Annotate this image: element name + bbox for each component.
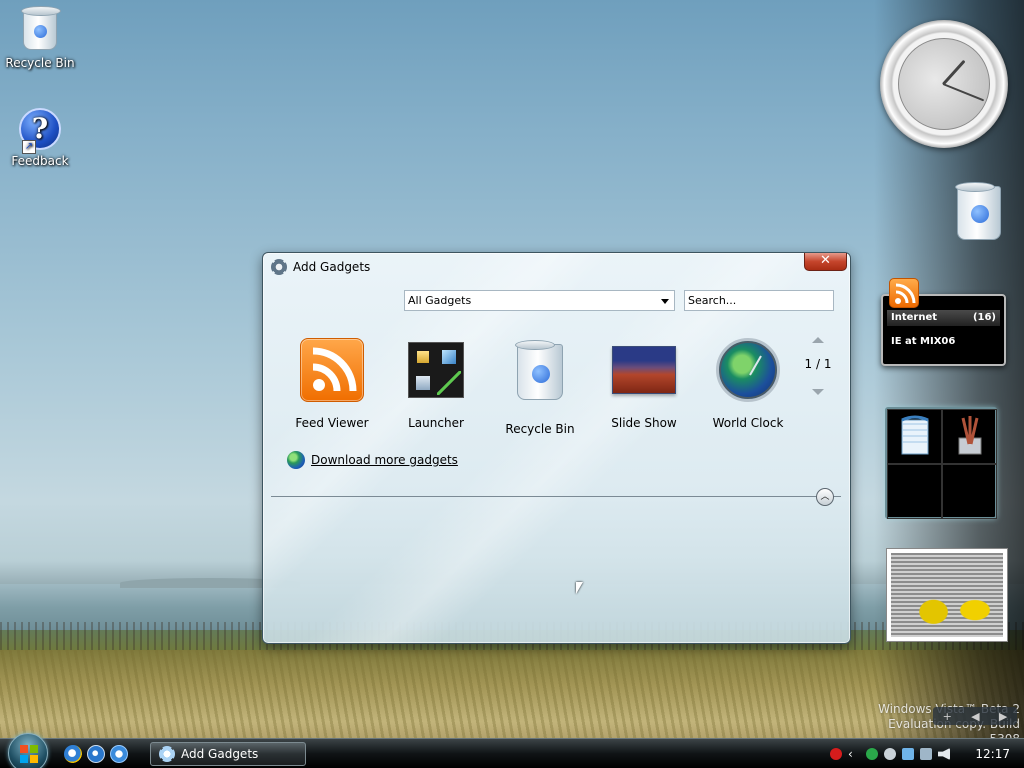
media-player-icon[interactable] [110, 745, 128, 763]
feed-viewer-gadget[interactable]: Internet (16) IE at MIX06 [881, 278, 1006, 366]
desktop-icon-feedback[interactable]: ? ↗ Feedback [0, 108, 80, 168]
shortcut-arrow-icon: ↗ [22, 140, 36, 154]
sidebar-controls: + ◀ ▶ [933, 707, 1017, 725]
gadget-label: Launcher [408, 416, 464, 430]
display-icon[interactable] [920, 748, 932, 760]
download-more-link[interactable]: Download more gadgets [287, 451, 458, 469]
recycle-bin-icon [18, 6, 62, 54]
desktop: Recycle Bin ? ↗ Feedback Internet (16) I… [0, 0, 1024, 738]
sidebar-prev-button[interactable]: ◀ [971, 710, 979, 723]
gadget-feed-viewer[interactable]: Feed Viewer [282, 338, 382, 430]
gadget-label: World Clock [712, 416, 784, 430]
network-icon[interactable] [902, 748, 914, 760]
feed-category: Internet [891, 312, 938, 323]
download-link-label: Download more gadgets [311, 453, 458, 467]
sidebar-tray-icon[interactable] [884, 748, 896, 760]
gadget-world-clock[interactable]: World Clock [698, 338, 798, 430]
mouse-cursor-icon [576, 582, 583, 594]
category-dropdown[interactable]: All Gadgets [404, 290, 675, 311]
dialog-title-bar[interactable]: Add Gadgets [271, 259, 370, 275]
page-down-icon[interactable] [812, 389, 824, 395]
paint-icon [958, 416, 982, 455]
close-button[interactable]: ✕ [804, 253, 847, 271]
page-indicator: 1 / 1 [804, 357, 832, 371]
internet-explorer-icon[interactable] [64, 745, 82, 763]
slide-show-image [891, 553, 1003, 637]
recycle-bin-icon [508, 340, 572, 408]
system-tray: ‹ 12:17 [830, 739, 1024, 768]
taskbar: Add Gadgets ‹ 12:17 [0, 733, 1024, 768]
category-value: All Gadgets [408, 294, 472, 307]
start-button[interactable] [8, 733, 48, 768]
feed-header: Internet (16) [887, 310, 1000, 326]
gear-icon [271, 259, 287, 275]
taskbar-clock[interactable]: 12:17 [975, 747, 1010, 761]
clock-gadget[interactable] [880, 20, 1008, 148]
rss-feed-icon [889, 278, 919, 308]
sidebar-add-button[interactable]: + [943, 710, 952, 723]
slide-show-gadget[interactable] [886, 548, 1008, 642]
gadget-label: Slide Show [611, 416, 677, 430]
sidebar-next-button[interactable]: ▶ [999, 710, 1007, 723]
search-input[interactable] [684, 290, 834, 311]
world-clock-icon [716, 338, 780, 402]
gadget-recycle-bin[interactable]: Recycle Bin [490, 338, 590, 436]
gadget-label: Recycle Bin [505, 422, 575, 436]
launcher-slot[interactable] [887, 464, 942, 519]
launcher-slot[interactable] [887, 409, 942, 464]
gadget-launcher[interactable]: Launcher [386, 338, 486, 430]
volume-icon[interactable] [938, 748, 950, 760]
chevron-left-icon[interactable]: ‹ [848, 748, 860, 760]
add-gadgets-dialog: Add Gadgets ✕ All Gadgets Feed Viewer La… [262, 252, 851, 644]
collapse-details-button[interactable]: ︿ [816, 488, 834, 506]
details-divider [271, 496, 841, 497]
globe-icon [287, 451, 305, 469]
help-icon: ? ↗ [18, 108, 62, 154]
gear-icon [159, 746, 175, 762]
recycle-bin-gadget[interactable] [950, 178, 1008, 248]
launcher-icon [408, 342, 464, 398]
dialog-title: Add Gadgets [293, 260, 371, 274]
feed-item[interactable]: IE at MIX06 [891, 336, 955, 347]
gadget-label: Feed Viewer [295, 416, 369, 430]
slide-show-icon [612, 346, 676, 394]
rss-feed-icon [300, 338, 364, 402]
launcher-slot[interactable] [942, 464, 997, 519]
taskbar-button-add-gadgets[interactable]: Add Gadgets [150, 742, 306, 766]
security-alert-icon[interactable] [830, 748, 842, 760]
page-up-icon[interactable] [812, 337, 824, 343]
launcher-gadget[interactable] [885, 407, 997, 519]
notepad-icon [901, 415, 929, 455]
desktop-icon-recycle-bin[interactable]: Recycle Bin [0, 4, 80, 70]
defender-icon[interactable] [866, 748, 878, 760]
switch-windows-icon[interactable] [87, 745, 105, 763]
launcher-slot[interactable] [942, 409, 997, 464]
desktop-icon-label: Feedback [11, 154, 69, 168]
recycle-bin-icon [955, 182, 1001, 240]
gadget-pagination: 1 / 1 [803, 337, 833, 395]
taskbar-button-label: Add Gadgets [181, 747, 259, 761]
feed-count: (16) [972, 312, 996, 323]
gadget-slide-show[interactable]: Slide Show [594, 338, 694, 430]
desktop-icon-label: Recycle Bin [5, 56, 75, 70]
chevron-down-icon [661, 299, 669, 304]
